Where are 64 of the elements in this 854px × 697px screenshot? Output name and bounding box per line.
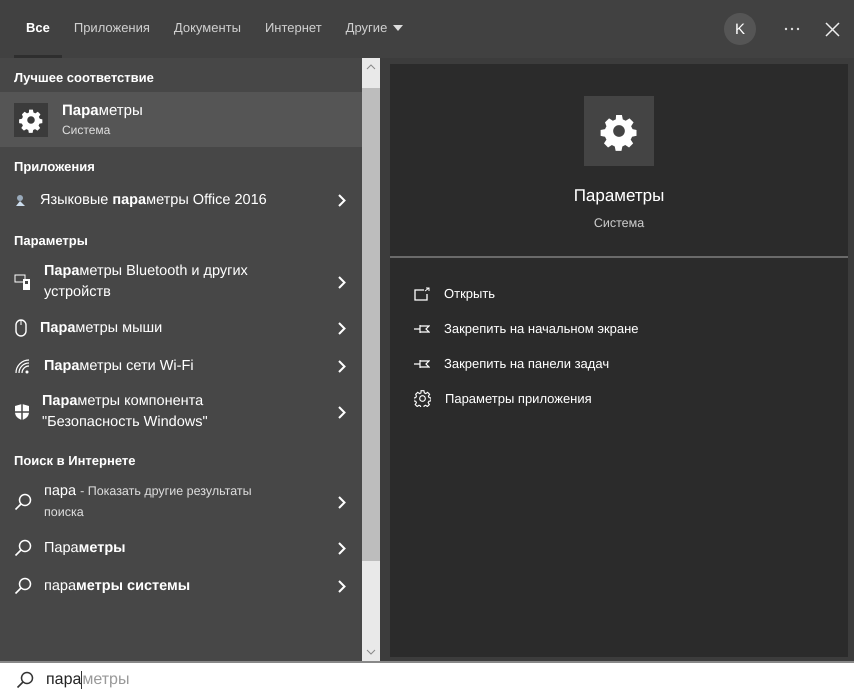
result-item[interactable]: Языковые параметры Office 2016: [0, 181, 362, 219]
mouse-icon: [14, 319, 28, 337]
result-text: параметры системы: [44, 576, 192, 596]
result-item[interactable]: Параметры Bluetooth и других устройств: [0, 255, 362, 309]
account-avatar[interactable]: K: [724, 13, 756, 45]
action-item[interactable]: Открыть: [414, 276, 824, 311]
scroll-down-icon[interactable]: [366, 649, 376, 655]
gear-icon: [14, 102, 48, 136]
chevron-icon: [338, 276, 346, 288]
best-match-item[interactable]: Параметры Система: [0, 92, 362, 147]
chevron-icon: [338, 406, 346, 418]
section-heading: Параметры: [13, 232, 89, 250]
result-item[interactable]: Параметры сети Wi-Fi: [0, 347, 362, 385]
open-window-icon: [414, 286, 430, 300]
wifi-icon: [14, 358, 32, 374]
close-icon: [824, 22, 840, 36]
result-title: Параметры: [62, 102, 143, 119]
search-field[interactable]: параметры: [0, 661, 854, 697]
result-item[interactable]: Параметры мыши: [0, 309, 362, 347]
chevron-icon: [338, 194, 346, 206]
action-item[interactable]: Параметры приложения: [414, 381, 824, 416]
preview-title: Параметры: [574, 186, 664, 206]
section-heading: Лучшее соответствие: [13, 69, 155, 87]
search-icon: [14, 577, 32, 595]
scroll-up-icon[interactable]: [366, 64, 376, 70]
result-item[interactable]: Параметры: [0, 529, 362, 567]
result-text: Параметры компонента "Безопасность Windows": [42, 392, 209, 432]
preview-subtitle: Система: [594, 216, 644, 230]
result-text: Параметры Bluetooth и других устройств: [44, 262, 249, 302]
result-text: Языковые параметры Office 2016: [40, 190, 268, 210]
action-item[interactable]: Закрепить на начальном экране: [414, 311, 824, 346]
section-heading: Поиск в Интернете: [13, 452, 136, 470]
search-icon: [16, 671, 34, 689]
pin-icon: [414, 322, 430, 334]
search-tab[interactable]: Другие: [334, 0, 416, 58]
search-tab[interactable]: Документы: [162, 0, 253, 58]
result-text: пара - Показать другие результаты поиска: [44, 482, 253, 521]
section-heading: Приложения: [13, 158, 96, 176]
result-text: Параметры мыши: [40, 318, 164, 338]
chevron-icon: [338, 322, 346, 334]
chevron-icon: [338, 542, 346, 554]
scrollbar[interactable]: [362, 58, 380, 661]
search-tab[interactable]: Интернет: [252, 0, 334, 58]
gear-icon: [584, 96, 654, 166]
gear-icon: [414, 390, 431, 407]
search-icon: [14, 493, 32, 511]
more-icon: [784, 27, 800, 31]
chevron-icon: [338, 496, 346, 508]
autocomplete-suggestion: метры: [82, 671, 130, 689]
result-text: Параметры: [44, 538, 127, 558]
search-value: пара: [46, 671, 82, 689]
chevron-icon: [338, 580, 346, 592]
action-item[interactable]: Закрепить на панели задач: [414, 346, 824, 381]
result-item[interactable]: пара - Показать другие результаты поиска: [0, 475, 362, 529]
search-tab[interactable]: Приложения: [62, 0, 162, 58]
result-item[interactable]: параметры системы: [0, 567, 362, 605]
search-icon: [14, 539, 32, 557]
result-item[interactable]: Параметры компонента "Безопасность Windows": [0, 385, 362, 439]
person-icon: [14, 193, 28, 207]
pin-icon: [414, 358, 430, 370]
result-subtitle: Система: [62, 123, 112, 137]
shield-icon: [14, 403, 30, 421]
chevron-icon: [338, 360, 346, 372]
result-text: Параметры сети Wi-Fi: [44, 356, 195, 376]
